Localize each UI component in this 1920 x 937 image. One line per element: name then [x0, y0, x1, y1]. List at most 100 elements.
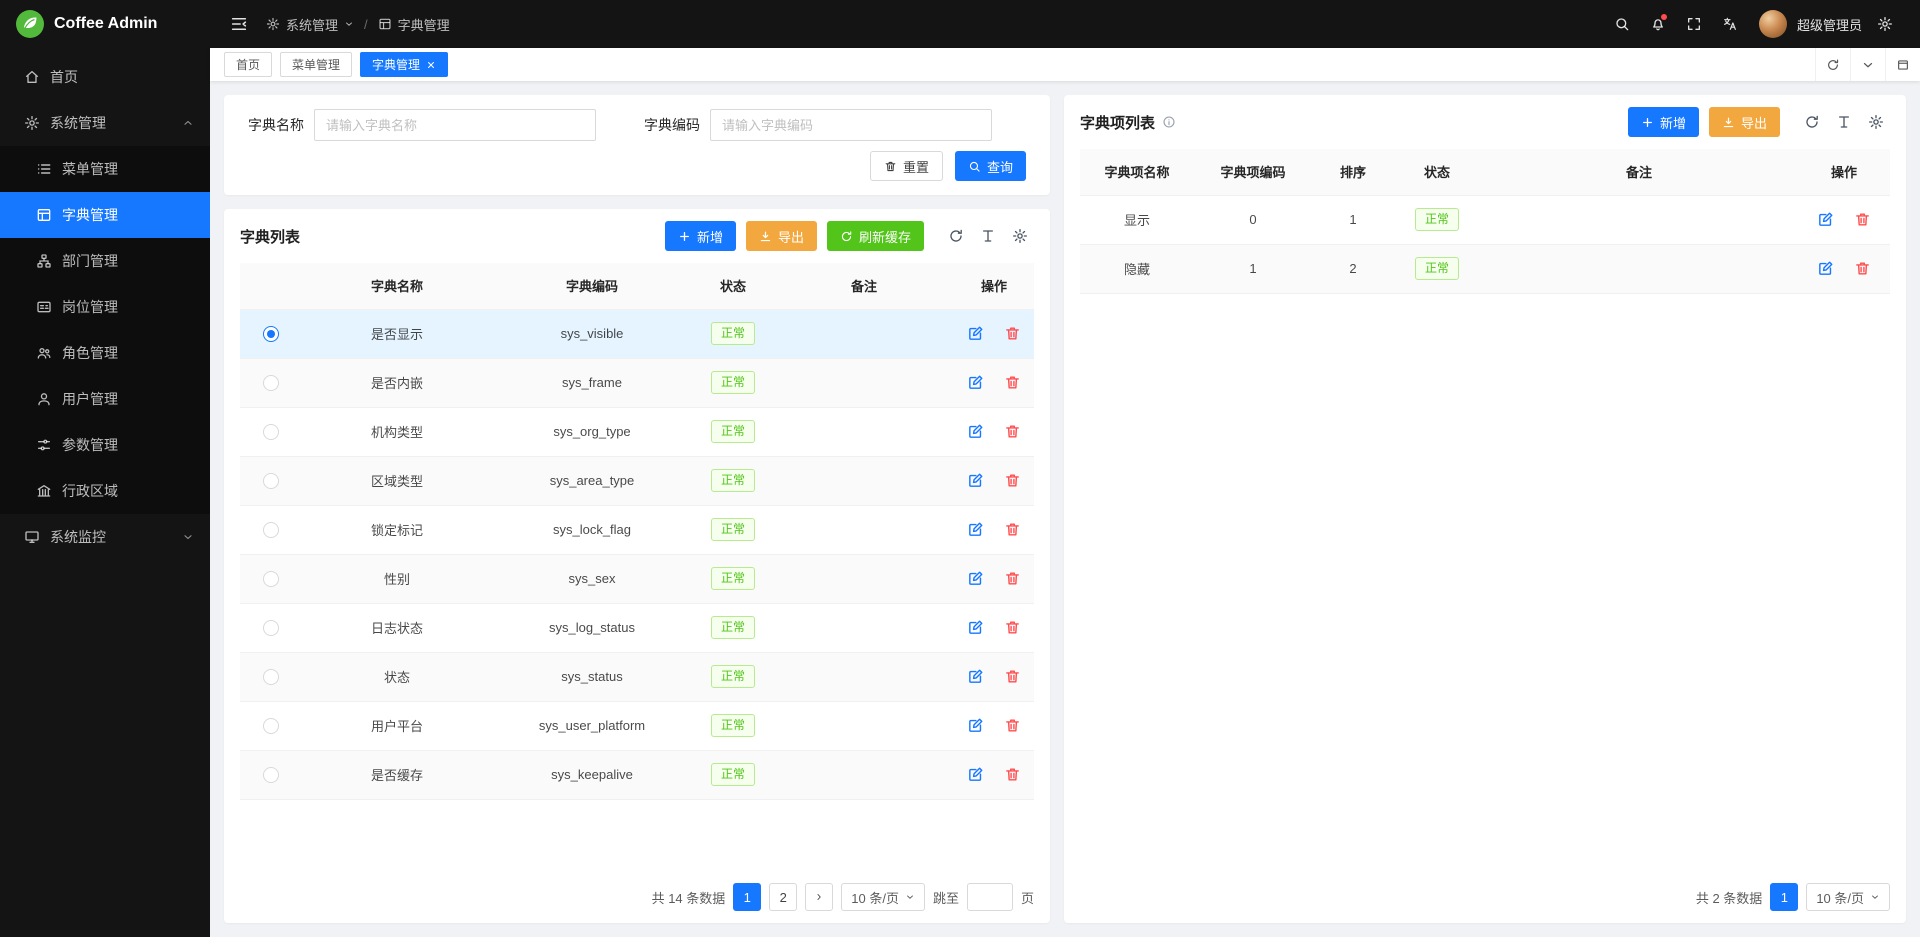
actions-cell: [954, 603, 1034, 652]
add-button[interactable]: 新增: [1628, 107, 1699, 137]
search-icon[interactable]: [1605, 7, 1639, 41]
export-button[interactable]: 导出: [1709, 107, 1780, 137]
sidebar-item-region-mgmt[interactable]: 行政区域: [0, 468, 210, 514]
table-row[interactable]: 是否缓存 sys_keepalive 正常: [240, 750, 1034, 799]
sidebar-item-param-mgmt[interactable]: 参数管理: [0, 422, 210, 468]
table-settings-gear-icon[interactable]: [1862, 108, 1890, 136]
translate-icon[interactable]: [1713, 7, 1747, 41]
page-size-select[interactable]: 10 条/页: [841, 883, 925, 911]
row-radio[interactable]: [263, 571, 279, 587]
table-row[interactable]: 区域类型 sys_area_type 正常: [240, 456, 1034, 505]
edit-icon[interactable]: [967, 423, 984, 440]
refresh-page-icon[interactable]: [1815, 48, 1850, 81]
table-row[interactable]: 隐藏 1 2 正常: [1080, 244, 1890, 293]
table-row[interactable]: 日志状态 sys_log_status 正常: [240, 603, 1034, 652]
row-radio[interactable]: [263, 522, 279, 538]
fullscreen-icon[interactable]: [1677, 7, 1711, 41]
row-radio[interactable]: [263, 669, 279, 685]
table-row[interactable]: 是否内嵌 sys_frame 正常: [240, 358, 1034, 407]
table-settings-gear-icon[interactable]: [1006, 222, 1034, 250]
edit-icon[interactable]: [967, 325, 984, 342]
delete-icon[interactable]: [1004, 717, 1021, 734]
content-fullscreen-icon[interactable]: [1885, 48, 1920, 81]
table-row[interactable]: 显示 0 1 正常: [1080, 195, 1890, 244]
row-radio[interactable]: [263, 718, 279, 734]
row-radio[interactable]: [263, 767, 279, 783]
page-button-2[interactable]: 2: [769, 883, 797, 911]
breadcrumb-item-dict[interactable]: 字典管理: [378, 15, 450, 34]
delete-icon[interactable]: [1004, 619, 1021, 636]
delete-icon[interactable]: [1004, 423, 1021, 440]
edit-icon[interactable]: [1817, 211, 1834, 228]
tab-options-chevron-icon[interactable]: [1850, 48, 1885, 81]
notification-bell-icon[interactable]: [1641, 7, 1675, 41]
refresh-table-icon[interactable]: [942, 222, 970, 250]
column-settings-icon[interactable]: [1830, 108, 1858, 136]
sidebar-item-dept-mgmt[interactable]: 部门管理: [0, 238, 210, 284]
edit-icon[interactable]: [967, 374, 984, 391]
tab-dict-mgmt[interactable]: 字典管理: [360, 52, 448, 77]
avatar[interactable]: [1759, 10, 1787, 38]
sidebar-item-user-mgmt[interactable]: 用户管理: [0, 376, 210, 422]
row-radio[interactable]: [263, 424, 279, 440]
delete-icon[interactable]: [1004, 374, 1021, 391]
info-icon[interactable]: [1162, 115, 1176, 129]
column-settings-icon[interactable]: [974, 222, 1002, 250]
edit-icon[interactable]: [967, 668, 984, 685]
page-button-1[interactable]: 1: [733, 883, 761, 911]
delete-icon[interactable]: [1004, 668, 1021, 685]
edit-icon[interactable]: [967, 472, 984, 489]
tab-home[interactable]: 首页: [224, 52, 272, 77]
table-row[interactable]: 机构类型 sys_org_type 正常: [240, 407, 1034, 456]
table-row[interactable]: 性别 sys_sex 正常: [240, 554, 1034, 603]
refresh-cache-button[interactable]: 刷新缓存: [827, 221, 924, 251]
delete-icon[interactable]: [1854, 260, 1871, 277]
sidebar-item-post-mgmt[interactable]: 岗位管理: [0, 284, 210, 330]
query-button[interactable]: 查询: [955, 151, 1026, 181]
breadcrumb-item-system[interactable]: 系统管理: [266, 15, 354, 34]
next-page-button[interactable]: [805, 883, 833, 911]
page-button-1[interactable]: 1: [1770, 883, 1798, 911]
sidebar-group-system[interactable]: 系统管理: [0, 100, 210, 146]
page-size-select[interactable]: 10 条/页: [1806, 883, 1890, 911]
delete-icon[interactable]: [1854, 211, 1871, 228]
menu-fold-icon[interactable]: [222, 7, 256, 41]
jump-page-input[interactable]: [967, 883, 1013, 911]
export-button[interactable]: 导出: [746, 221, 817, 251]
row-radio[interactable]: [263, 473, 279, 489]
edit-icon[interactable]: [967, 570, 984, 587]
delete-icon[interactable]: [1004, 766, 1021, 783]
add-button[interactable]: 新增: [665, 221, 736, 251]
edit-icon[interactable]: [967, 619, 984, 636]
tab-menu-mgmt[interactable]: 菜单管理: [280, 52, 352, 77]
delete-icon[interactable]: [1004, 472, 1021, 489]
sidebar-group-monitor[interactable]: 系统监控: [0, 514, 210, 560]
table-row[interactable]: 锁定标记 sys_lock_flag 正常: [240, 505, 1034, 554]
tab-close-icon[interactable]: [426, 60, 436, 70]
row-radio[interactable]: [263, 620, 279, 636]
row-radio[interactable]: [263, 326, 279, 342]
sidebar-item-menu-mgmt[interactable]: 菜单管理: [0, 146, 210, 192]
edit-icon[interactable]: [1817, 260, 1834, 277]
table-row[interactable]: 状态 sys_status 正常: [240, 652, 1034, 701]
table-row[interactable]: 用户平台 sys_user_platform 正常: [240, 701, 1034, 750]
row-radio[interactable]: [263, 375, 279, 391]
refresh-table-icon[interactable]: [1798, 108, 1826, 136]
dict-name-input[interactable]: [314, 109, 596, 141]
username[interactable]: 超级管理员: [1797, 15, 1862, 34]
sidebar-item-home[interactable]: 首页: [0, 54, 210, 100]
table-row[interactable]: 是否显示 sys_visible 正常: [240, 309, 1034, 358]
delete-icon[interactable]: [1004, 325, 1021, 342]
dict-code-input[interactable]: [710, 109, 992, 141]
delete-icon[interactable]: [1004, 521, 1021, 538]
sidebar-item-role-mgmt[interactable]: 角色管理: [0, 330, 210, 376]
settings-gear-icon[interactable]: [1868, 7, 1902, 41]
delete-icon[interactable]: [1004, 570, 1021, 587]
edit-icon[interactable]: [967, 766, 984, 783]
edit-icon[interactable]: [967, 521, 984, 538]
status-badge: 正常: [711, 420, 755, 443]
reset-button[interactable]: 重置: [870, 151, 943, 181]
sidebar-item-dict-mgmt[interactable]: 字典管理: [0, 192, 210, 238]
edit-icon[interactable]: [967, 717, 984, 734]
logo[interactable]: Coffee Admin: [0, 0, 210, 48]
